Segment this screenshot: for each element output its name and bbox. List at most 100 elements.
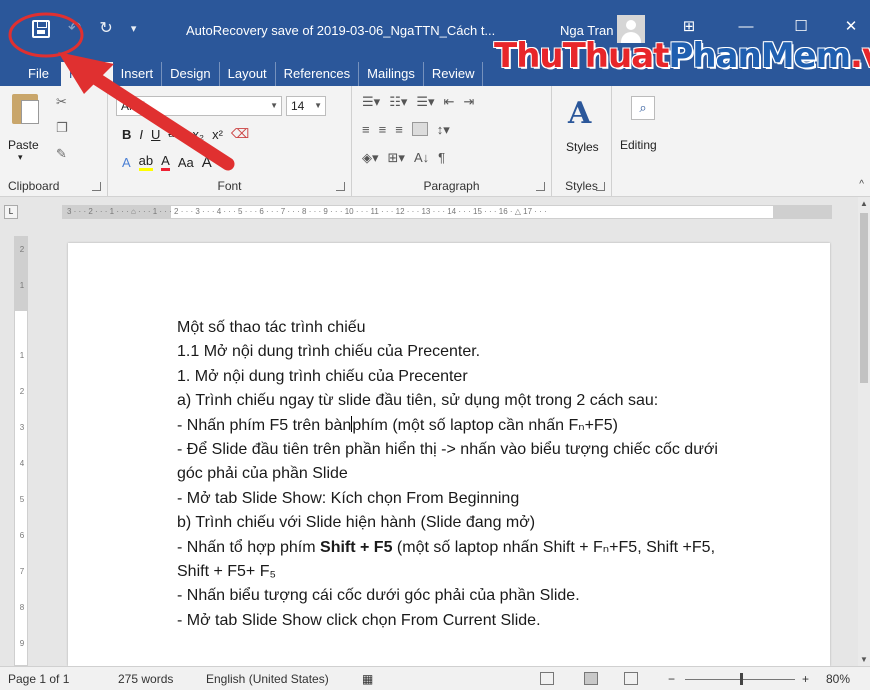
tab-design[interactable]: Design	[162, 62, 220, 86]
editing-button-label[interactable]: Editing	[620, 138, 657, 152]
clipboard-group: Paste ▾ ✂ ❐ ✎ Clipboard	[0, 86, 108, 196]
cut-icon[interactable]: ✂	[56, 94, 67, 110]
copy-icon[interactable]: ❐	[56, 120, 68, 136]
undo-icon[interactable]: ↶	[68, 20, 81, 38]
horizontal-ruler[interactable]: 3 · · · 2 · · · 1 · · · ⌂ · · · 1 · · · …	[62, 205, 832, 219]
bold-button[interactable]: B	[122, 127, 131, 142]
scroll-up-icon[interactable]: ▲	[860, 199, 868, 208]
font-color-button[interactable]: A	[161, 154, 170, 171]
doc-line: - Nhấn tổ hợp phím Shift + F5 (một số la…	[177, 536, 797, 560]
vruler-number: 2	[19, 387, 25, 396]
scroll-down-icon[interactable]: ▼	[860, 655, 868, 664]
tab-selector-icon[interactable]: L	[4, 205, 18, 219]
text-effects-button[interactable]: A	[122, 155, 131, 170]
zoom-out-button[interactable]: −	[668, 672, 675, 686]
web-layout-icon[interactable]	[624, 672, 638, 685]
italic-button[interactable]: I	[139, 127, 143, 142]
tab-layout[interactable]: Layout	[220, 62, 276, 86]
superscript-button[interactable]: x²	[212, 127, 223, 142]
vertical-scrollbar[interactable]: ▲ ▼	[858, 197, 870, 666]
ribbon-display-options-icon[interactable]: ⊞	[678, 18, 700, 36]
watermark-part: Thuat	[562, 36, 670, 76]
watermark-part: .vn	[850, 36, 870, 76]
doc-line: - Để Slide đầu tiên trên phần hiển thị -…	[177, 441, 718, 459]
styles-button-label[interactable]: Styles	[566, 140, 599, 154]
customize-qat-icon[interactable]: ▾	[131, 20, 137, 38]
word-count[interactable]: 275 words	[118, 672, 173, 686]
tab-review[interactable]: Review	[424, 62, 484, 86]
zoom-level[interactable]: 80%	[826, 672, 850, 686]
multilevel-list-icon[interactable]: ☰▾	[416, 94, 434, 110]
show-formatting-icon[interactable]: ¶	[438, 150, 445, 166]
tab-file[interactable]: File	[0, 62, 61, 86]
sort-icon[interactable]: A↓	[414, 150, 429, 166]
highlight-button[interactable]: ab	[138, 154, 154, 171]
font-group-label: Font	[217, 179, 242, 193]
shrink-font-button[interactable]: A	[220, 157, 227, 169]
styles-launcher-icon[interactable]	[596, 182, 605, 191]
doc-text: phím (một số laptop cần nhấn Fₙ+F5)	[352, 416, 618, 434]
font-name-value: Arial	[121, 99, 146, 113]
bullets-icon[interactable]: ☰▾	[362, 94, 380, 110]
tab-home[interactable]: Home	[60, 62, 113, 86]
tab-references[interactable]: References	[276, 62, 360, 86]
maximize-button[interactable]: ☐	[790, 18, 812, 36]
window-title: AutoRecovery save of 2019-03-06_NgaTTN_C…	[186, 23, 496, 38]
document-body[interactable]: Một số thao tác trình chiếu 1.1 Mở nội d…	[177, 316, 797, 633]
minimize-button[interactable]: —	[735, 18, 757, 36]
format-painter-icon[interactable]: ✎	[56, 146, 67, 162]
underline-button[interactable]: U	[151, 127, 160, 142]
watermark-part: PhanMem	[668, 36, 851, 76]
language[interactable]: English (United States)	[206, 672, 329, 686]
decrease-indent-icon[interactable]: ⇤	[444, 94, 455, 110]
paste-icon[interactable]	[12, 94, 39, 124]
font-name-select[interactable]: Arial ▼	[116, 96, 282, 116]
close-button[interactable]: ✕	[840, 18, 862, 36]
vertical-ruler[interactable]: 2 1 1 2 3 4 5 6 7 8 9	[14, 236, 28, 666]
styles-icon[interactable]: A	[568, 96, 591, 131]
justify-icon[interactable]	[411, 122, 428, 136]
tab-mailings[interactable]: Mailings	[359, 62, 424, 86]
redo-icon[interactable]: ↻	[99, 20, 112, 38]
paste-button-label[interactable]: Paste	[8, 138, 39, 152]
align-right-icon[interactable]: ≡	[395, 122, 403, 138]
clipboard-launcher-icon[interactable]	[92, 182, 101, 191]
page-count[interactable]: Page 1 of 1	[8, 672, 69, 686]
scrollbar-thumb[interactable]	[860, 213, 868, 383]
numbering-icon[interactable]: ☷▾	[389, 94, 407, 110]
search-icon[interactable]: ⌕	[631, 96, 655, 120]
doc-line: a) Trình chiếu ngay từ slide đầu tiên, s…	[177, 392, 659, 410]
read-mode-icon[interactable]	[540, 672, 554, 685]
paragraph-launcher-icon[interactable]	[536, 182, 545, 191]
save-icon[interactable]	[32, 20, 50, 38]
vruler-number: 7	[19, 567, 25, 576]
zoom-slider-thumb[interactable]	[740, 673, 743, 685]
chevron-down-icon[interactable]: ▾	[18, 152, 23, 163]
font-size-select[interactable]: 14 ▼	[286, 96, 326, 116]
doc-line: Một số thao tác trình chiếu	[177, 319, 366, 336]
line-spacing-icon[interactable]: ↕▾	[437, 122, 450, 138]
print-layout-icon[interactable]	[584, 672, 598, 685]
change-case-button[interactable]: Aa	[178, 155, 194, 170]
macro-recording-icon[interactable]: ▦	[362, 672, 373, 686]
tab-insert[interactable]: Insert	[113, 62, 163, 86]
zoom-in-button[interactable]: +	[802, 672, 809, 686]
vruler-number: 1	[19, 281, 25, 290]
subscript-button[interactable]: x₂	[193, 127, 205, 142]
grow-font-button[interactable]: A	[202, 154, 212, 171]
vruler-number: 5	[19, 495, 25, 504]
increase-indent-icon[interactable]: ⇥	[463, 94, 474, 110]
styles-group: A Styles Styles	[552, 86, 612, 196]
strikethrough-button[interactable]: abc	[168, 129, 184, 140]
doc-line: - Nhấn phím F5 trên bànphím (một số lapt…	[177, 414, 797, 438]
editing-group: ⌕ Editing	[612, 86, 672, 196]
shading-icon[interactable]: ◈▾	[362, 150, 379, 166]
collapse-ribbon-icon[interactable]: ^	[859, 179, 864, 190]
borders-icon[interactable]: ⊞▾	[388, 150, 405, 166]
font-launcher-icon[interactable]	[336, 182, 345, 191]
align-left-icon[interactable]: ≡	[362, 122, 370, 138]
clear-formatting-icon[interactable]: ⌫	[231, 126, 249, 142]
document-page[interactable]: Một số thao tác trình chiếu 1.1 Mở nội d…	[68, 243, 830, 666]
align-center-icon[interactable]: ≡	[379, 122, 387, 138]
font-size-value: 14	[291, 99, 305, 113]
